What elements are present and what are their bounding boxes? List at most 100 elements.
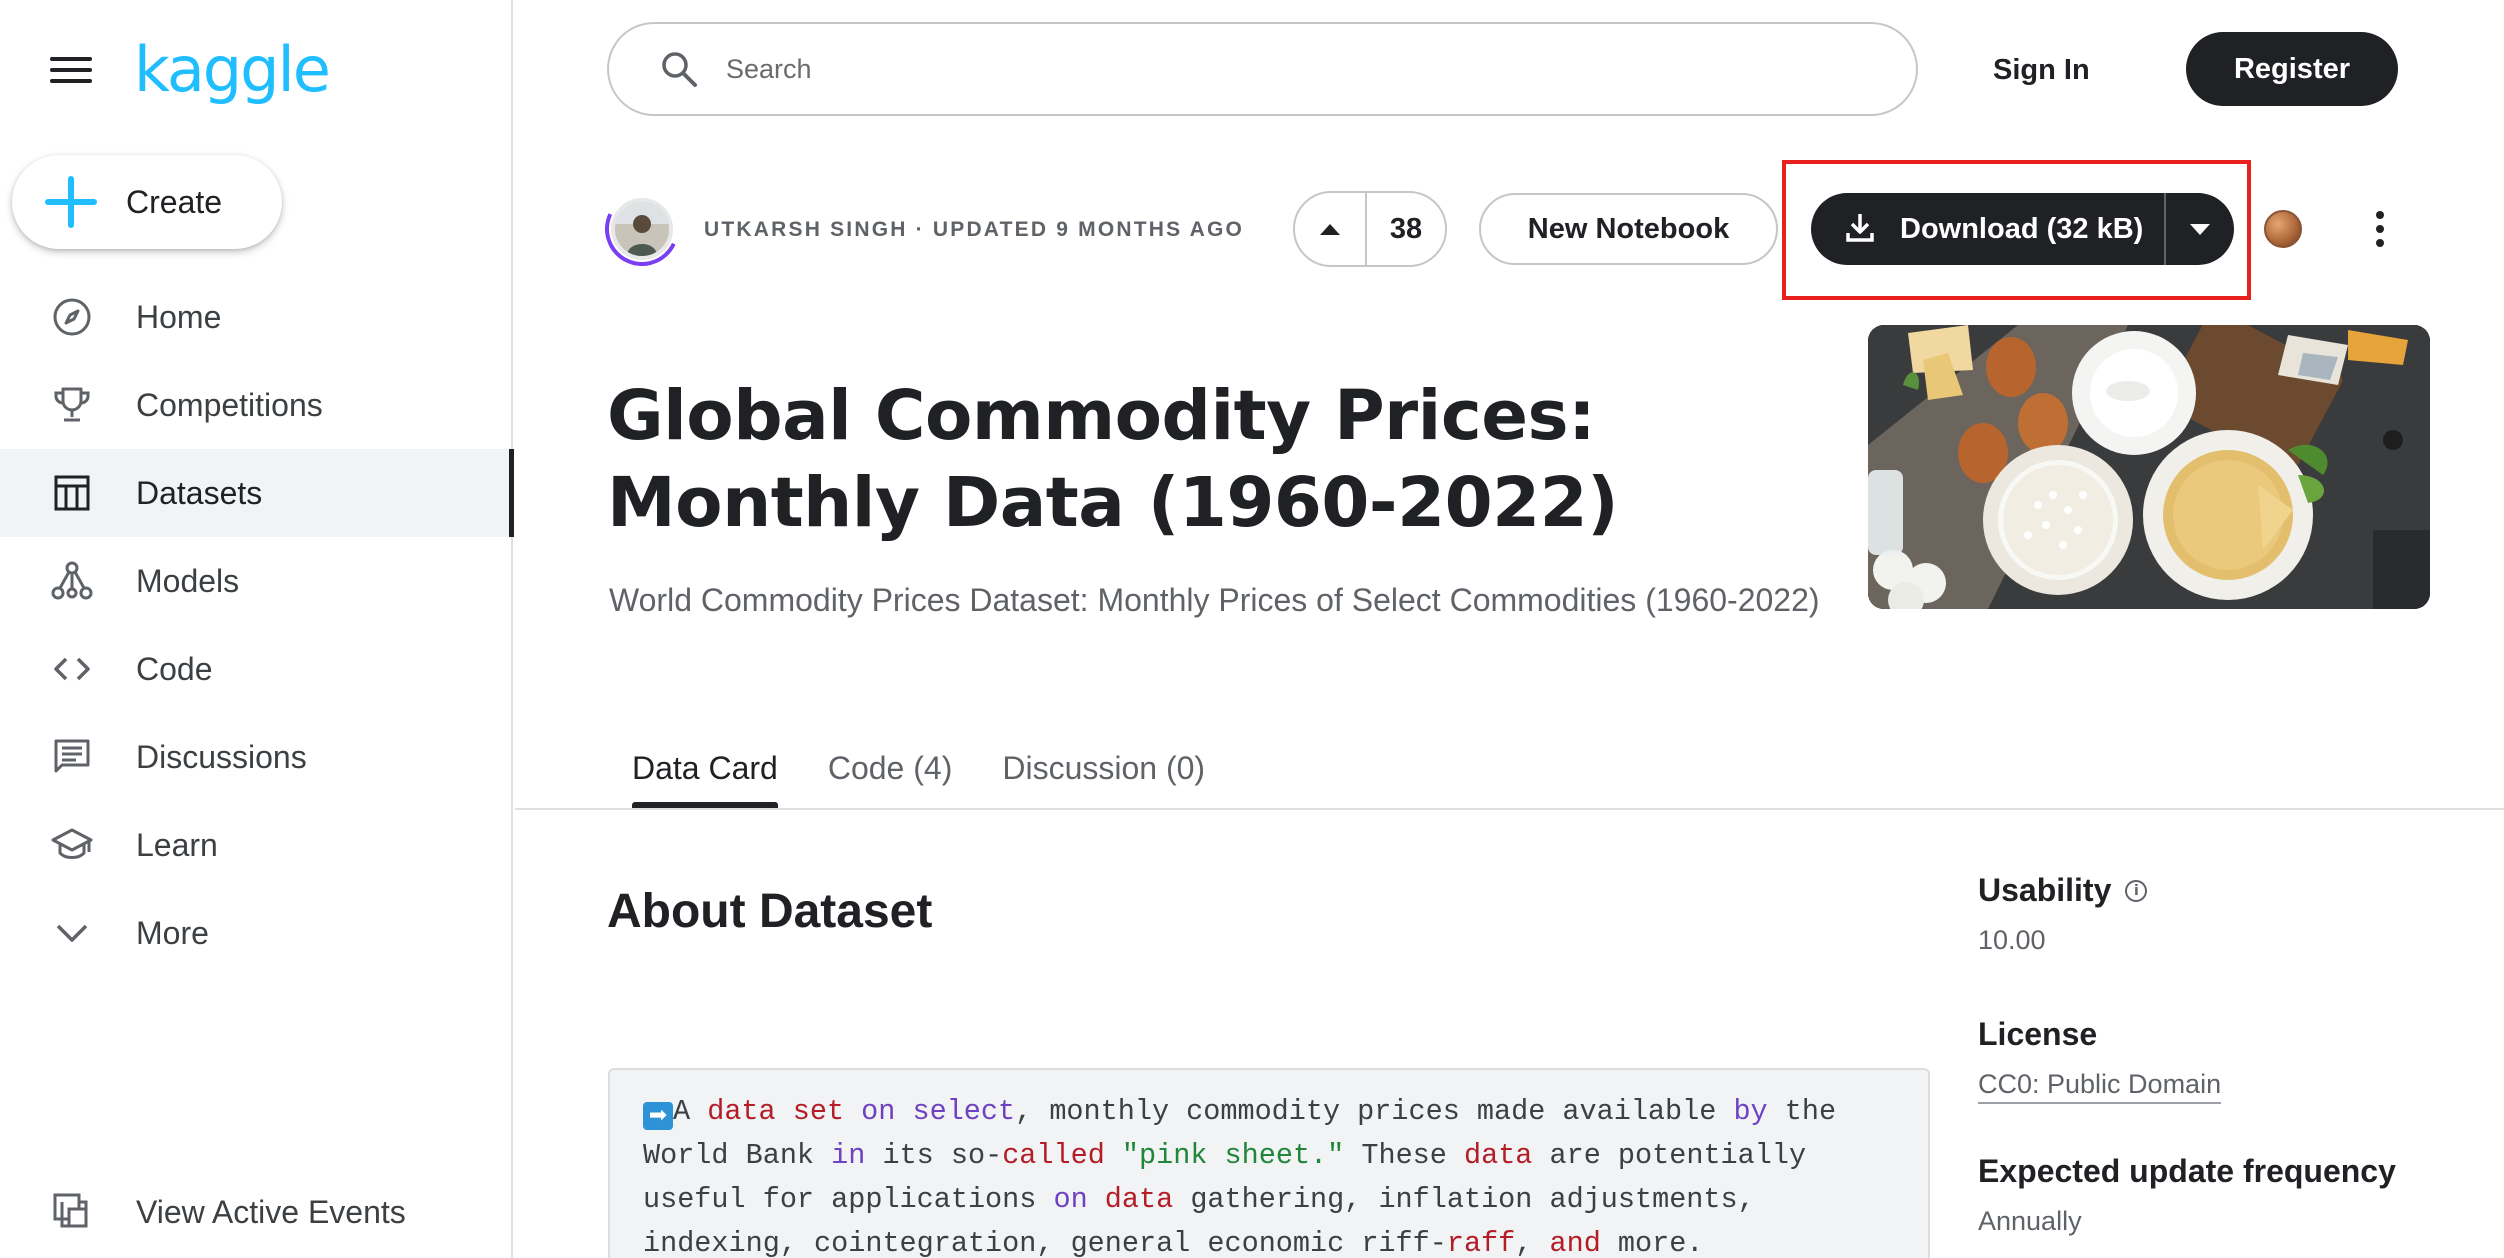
sidebar-item-label: Models xyxy=(136,562,240,599)
usability-label-row: Usability i xyxy=(1978,872,2148,909)
download-button-group: Download (32 kB) xyxy=(1811,193,2234,265)
about-description-box: ➡ A data set on select, monthly commodity… xyxy=(608,1068,1930,1258)
sidebar-item-code[interactable]: Code xyxy=(0,625,511,713)
caret-up-icon xyxy=(1320,223,1340,235)
download-button[interactable]: Download (32 kB) xyxy=(1811,193,2143,265)
description-token: , monthly commodity prices made availabl… xyxy=(1015,1095,1734,1128)
avatar[interactable] xyxy=(611,198,673,260)
upvote-widget: 38 xyxy=(1293,191,1447,267)
kaggle-logo[interactable]: kaggle xyxy=(134,30,331,110)
upvote-count: 38 xyxy=(1389,212,1423,245)
download-dropdown-button[interactable] xyxy=(2166,193,2234,265)
about-line-2: World Bank in its so-called "pink sheet.… xyxy=(643,1134,1928,1178)
compass-icon xyxy=(49,294,95,340)
description-token: set xyxy=(792,1095,845,1128)
description-token: its so- xyxy=(865,1139,1003,1172)
download-label: Download (32 kB) xyxy=(1900,212,2144,245)
upvote-button[interactable] xyxy=(1295,193,1367,265)
description-token: indexing, cointegration, general economi… xyxy=(643,1227,1447,1258)
description-token: gathering, inflation adjustments, xyxy=(1173,1183,1755,1216)
description-token xyxy=(844,1095,861,1128)
tab-code[interactable]: Code (4) xyxy=(803,728,978,808)
about-line-1: ➡ A data set on select, monthly commodity… xyxy=(643,1090,1928,1134)
sidebar-item-label: Competitions xyxy=(136,386,323,423)
about-line-4: indexing, cointegration, general economi… xyxy=(643,1222,1928,1258)
chevron-down-icon xyxy=(49,910,95,956)
dataset-cover-image xyxy=(1868,325,2430,609)
sign-in-button[interactable]: Sign In xyxy=(1993,40,2090,100)
register-button[interactable]: Register xyxy=(2186,32,2398,106)
medal-icon[interactable] xyxy=(2264,210,2302,248)
sidebar-item-models[interactable]: Models xyxy=(0,537,511,625)
create-label: Create xyxy=(126,183,223,220)
tab-discussion[interactable]: Discussion (0) xyxy=(977,728,1230,808)
author-meta: UTKARSH SINGH · UPDATED 9 MONTHS AGO xyxy=(704,218,1245,241)
description-token: and xyxy=(1549,1227,1601,1258)
about-heading: About Dataset xyxy=(607,885,933,938)
description-token: on xyxy=(861,1095,896,1128)
sidebar-item-label: More xyxy=(136,914,209,951)
description-token: raff xyxy=(1446,1227,1516,1258)
description-token: A xyxy=(673,1095,708,1128)
dataset-tabs: Data Card Code (4) Discussion (0) xyxy=(607,728,1230,808)
trophy-icon xyxy=(49,382,95,428)
description-token: useful for applications xyxy=(643,1183,1054,1216)
frequency-label: Expected update frequency xyxy=(1978,1153,2396,1189)
sidebar-item-more[interactable]: More xyxy=(0,889,511,977)
description-token xyxy=(776,1095,793,1128)
dataset-subtitle: World Commodity Prices Dataset: Monthly … xyxy=(609,582,1820,618)
view-events-label: View Active Events xyxy=(136,1193,406,1230)
description-token: data xyxy=(1464,1139,1533,1172)
events-icon xyxy=(49,1189,95,1235)
usability-label: Usability xyxy=(1978,872,2112,908)
table-icon xyxy=(49,470,95,516)
tab-data-card[interactable]: Data Card xyxy=(607,728,803,808)
usability-value: 10.00 xyxy=(1978,925,2046,955)
new-notebook-button[interactable]: New Notebook xyxy=(1479,193,1778,265)
description-token: data xyxy=(707,1095,776,1128)
about-line-3: useful for applications on data gatherin… xyxy=(643,1178,1928,1222)
description-token: World Bank xyxy=(643,1139,832,1172)
description-token: , xyxy=(1515,1227,1550,1258)
more-options-icon[interactable] xyxy=(2362,205,2398,253)
frequency-section: Expected update frequency Annually xyxy=(1978,1153,2396,1237)
dataset-title: Global Commodity Prices: Monthly Data (1… xyxy=(607,376,1619,543)
sidebar-item-learn[interactable]: Learn xyxy=(0,801,511,889)
about-line-1-text: A data set on select, monthly commodity … xyxy=(673,1095,1836,1128)
sidebar-item-competitions[interactable]: Competitions xyxy=(0,361,511,449)
description-token: in xyxy=(831,1139,866,1172)
school-icon xyxy=(49,822,95,868)
description-token: These xyxy=(1344,1139,1464,1172)
description-token: are potentially xyxy=(1532,1139,1807,1172)
info-icon[interactable]: i xyxy=(2125,879,2148,902)
view-active-events[interactable]: View Active Events xyxy=(0,1168,511,1256)
sidebar-item-label: Learn xyxy=(136,826,218,863)
sidebar-item-label: Home xyxy=(136,298,222,335)
description-token: data xyxy=(1104,1183,1174,1216)
search-input[interactable] xyxy=(726,53,1826,85)
caret-down-icon xyxy=(2190,223,2211,235)
menu-icon[interactable] xyxy=(50,50,92,90)
license-link[interactable]: CC0: Public Domain xyxy=(1978,1069,2222,1104)
frequency-value: Annually xyxy=(1978,1206,2082,1236)
sidebar-item-datasets[interactable]: Datasets xyxy=(0,449,514,537)
search-bar[interactable] xyxy=(607,22,1918,116)
description-token: select xyxy=(912,1095,1016,1128)
description-token: by xyxy=(1733,1095,1768,1128)
plus-icon xyxy=(45,176,97,228)
usability-section: Usability i 10.00 xyxy=(1978,872,2148,956)
discussion-icon xyxy=(49,734,95,780)
sidebar-item-label: Code xyxy=(136,650,213,687)
sidebar-item-home[interactable]: Home xyxy=(0,273,511,361)
description-token: on xyxy=(1053,1183,1088,1216)
download-icon xyxy=(1844,211,1876,248)
sidebar-item-label: Datasets xyxy=(136,474,263,511)
tabs-divider xyxy=(515,808,2504,810)
sidebar: kaggle Create Home Competitions Datasets xyxy=(0,0,514,1258)
code-icon xyxy=(49,646,95,692)
sidebar-item-discussions[interactable]: Discussions xyxy=(0,713,511,801)
create-button[interactable]: Create xyxy=(12,155,282,249)
description-token xyxy=(1105,1139,1122,1172)
sidebar-nav: Home Competitions Datasets Models Code D… xyxy=(0,273,514,977)
sidebar-item-label: Discussions xyxy=(136,738,307,775)
